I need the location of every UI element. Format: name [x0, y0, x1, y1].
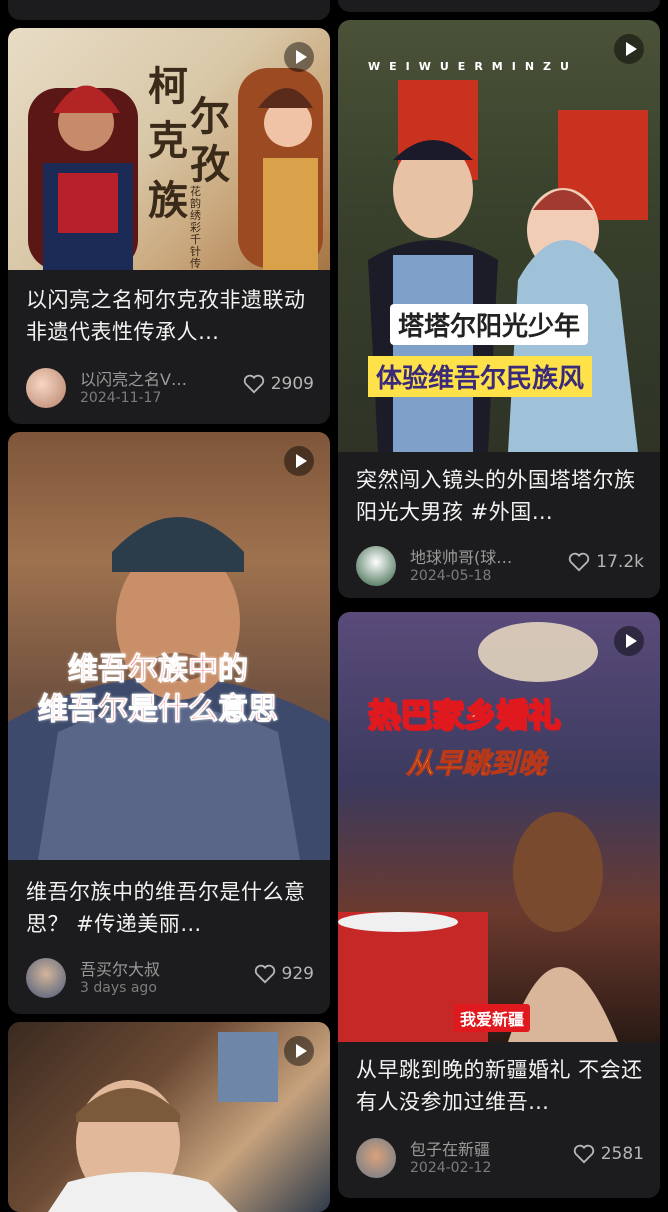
thumbnail-title-char: 柯 — [148, 63, 188, 110]
thumbnail-caption-line: 维吾尔是什么意思 — [38, 692, 279, 728]
like-count-value: 2581 — [600, 1144, 644, 1164]
heart-icon[interactable] — [243, 374, 265, 394]
thumbnail-title-char: 克 — [148, 117, 188, 164]
video-card[interactable] — [8, 1022, 330, 1212]
post-date: 3 days ago — [80, 980, 157, 996]
post-date: 2024-05-18 — [410, 568, 492, 584]
video-title[interactable]: 维吾尔族中的维吾尔是什么意思？ #传递美丽… — [26, 876, 314, 940]
like-count-value: 929 — [281, 964, 314, 984]
play-icon[interactable] — [614, 626, 644, 656]
author-name[interactable]: 吾买尔大叔 — [80, 956, 160, 980]
video-thumbnail[interactable]: 柯 尔 克 孜 族 花韵绣彩 千针传承韵 — [8, 28, 330, 270]
thumbnail-banner: WEIWUERMINZU — [368, 60, 578, 73]
thumbnail-title-char: 族 — [148, 177, 188, 224]
heart-icon[interactable] — [573, 1144, 595, 1164]
avatar[interactable] — [356, 1138, 396, 1178]
card-stub-left[interactable] — [8, 0, 330, 20]
video-thumbnail[interactable]: WEIWUERMINZU 塔塔尔阳光少年 体验维吾尔民族风 — [338, 20, 660, 452]
avatar[interactable] — [356, 546, 396, 586]
card-meta: 以闪亮之名V… 2024-11-17 2909 — [26, 366, 314, 410]
thumbnail-title-char: 孜 — [190, 141, 230, 188]
heart-icon[interactable] — [568, 552, 590, 572]
like-count-value: 17.2k — [596, 552, 644, 572]
thumbnail-caption-line: 塔塔尔阳光少年 — [390, 304, 589, 345]
thumbnail-scene — [338, 622, 618, 1042]
play-icon[interactable] — [284, 42, 314, 72]
like-count[interactable]: 17.2k — [568, 552, 644, 572]
video-card[interactable]: 柯 尔 克 孜 族 花韵绣彩 千针传承韵 以闪亮之名柯尔克孜非遗联动 非遗代表性… — [8, 28, 330, 424]
post-date: 2024-02-12 — [410, 1160, 492, 1176]
post-date: 2024-11-17 — [80, 390, 162, 406]
play-icon[interactable] — [284, 1036, 314, 1066]
like-count[interactable]: 2909 — [243, 374, 314, 394]
author-name[interactable]: 地球帅哥(球… — [410, 544, 512, 568]
video-title[interactable]: 以闪亮之名柯尔克孜非遗联动 非遗代表性传承人… — [26, 284, 314, 348]
video-card[interactable]: WEIWUERMINZU 塔塔尔阳光少年 体验维吾尔民族风 突然闯入镜头的外国塔… — [338, 20, 660, 598]
avatar[interactable] — [26, 958, 66, 998]
heart-icon[interactable] — [254, 964, 276, 984]
card-meta: 地球帅哥(球… 2024-05-18 17.2k — [356, 544, 644, 588]
video-card[interactable]: 热巴家乡婚礼 从早跳到晚 我爱新疆 从早跳到晚的新疆婚礼 不会还有人没参加过维吾… — [338, 612, 660, 1198]
video-thumbnail[interactable]: 热巴家乡婚礼 从早跳到晚 我爱新疆 — [338, 612, 660, 1042]
like-count-value: 2909 — [270, 374, 314, 394]
card-stub-right[interactable] — [338, 0, 660, 12]
thumbnail-caption-line: 从早跳到晚 — [405, 747, 547, 781]
video-thumbnail[interactable]: 维吾尔族中的 维吾尔是什么意思 — [8, 432, 330, 860]
thumbnail-figure — [48, 1032, 278, 1212]
author-name[interactable]: 包子在新疆 — [410, 1136, 490, 1160]
thumbnail-caption-line: 维吾尔族中的 — [68, 652, 249, 688]
like-count[interactable]: 2581 — [573, 1144, 644, 1164]
video-title[interactable]: 突然闯入镜头的外国塔塔尔族阳光大男孩 #外国… — [356, 464, 644, 528]
card-meta: 包子在新疆 2024-02-12 2581 — [356, 1136, 644, 1180]
avatar[interactable] — [26, 368, 66, 408]
thumbnail-caption-line: 热巴家乡婚礼 — [367, 695, 561, 735]
thumbnail-subtitle: 花韵绣彩 千针传承韵 — [190, 185, 201, 271]
like-count[interactable]: 929 — [254, 964, 314, 984]
thumbnail-caption-line: 体验维吾尔民族风 — [368, 356, 593, 397]
card-meta: 吾买尔大叔 3 days ago 929 — [26, 956, 314, 1000]
thumbnail-tag: 我爱新疆 — [454, 1004, 531, 1032]
video-card[interactable]: 维吾尔族中的 维吾尔是什么意思 维吾尔族中的维吾尔是什么意思？ #传递美丽… 吾… — [8, 432, 330, 1014]
play-icon[interactable] — [614, 34, 644, 64]
author-name[interactable]: 以闪亮之名V… — [80, 366, 187, 390]
video-thumbnail[interactable] — [8, 1022, 330, 1212]
play-icon[interactable] — [284, 446, 314, 476]
video-title[interactable]: 从早跳到晚的新疆婚礼 不会还有人没参加过维吾… — [356, 1054, 644, 1118]
